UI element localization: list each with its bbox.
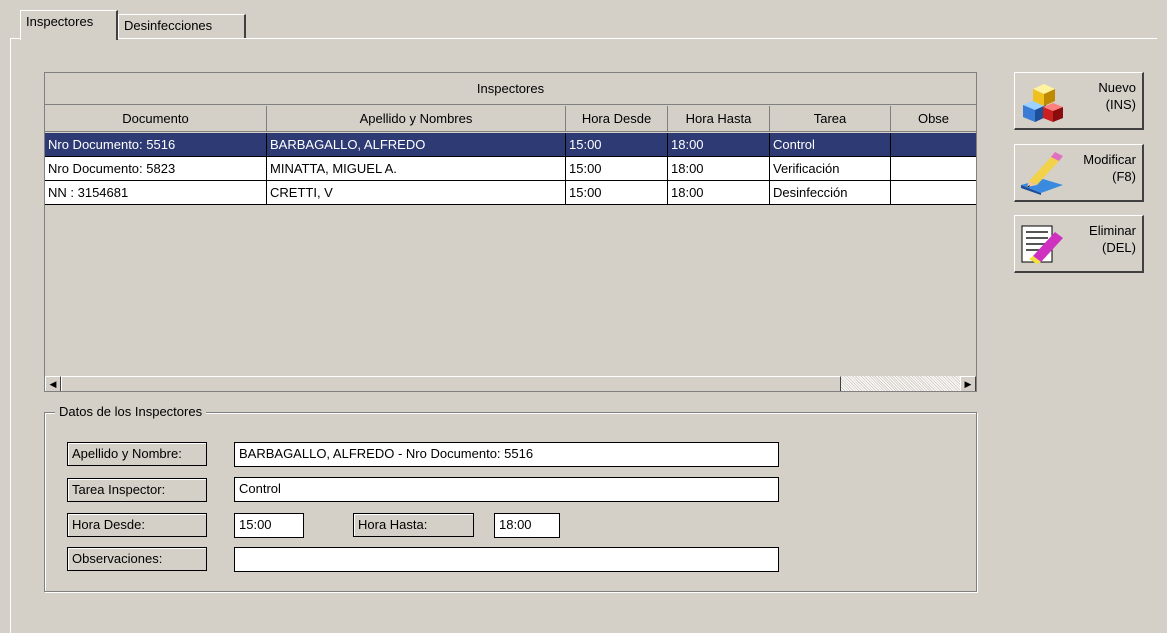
column-header-hora-desde[interactable]: Hora Desde bbox=[566, 106, 668, 132]
cell-documento[interactable]: Nro Documento: 5823 bbox=[45, 157, 267, 181]
apellido-nombre-label: Apellido y Nombre: bbox=[67, 442, 207, 466]
cell-hora-hasta[interactable]: 18:00 bbox=[668, 133, 770, 157]
grid-title: Inspectores bbox=[45, 73, 976, 105]
horizontal-scrollbar[interactable]: ◀ ▶ bbox=[45, 376, 976, 391]
column-header-hora-hasta[interactable]: Hora Hasta bbox=[668, 106, 770, 132]
eliminar-label: Eliminar (DEL) bbox=[1089, 223, 1136, 255]
table-row[interactable]: NN : 3154681 CRETTI, V 15:00 18:00 Desin… bbox=[45, 181, 976, 205]
grid-body: Nro Documento: 5516 BARBAGALLO, ALFREDO … bbox=[45, 133, 976, 376]
cell-observaciones[interactable] bbox=[891, 157, 976, 181]
pencil-edit-icon bbox=[1021, 152, 1063, 195]
arrow-left-icon: ◀ bbox=[49, 379, 57, 389]
cell-tarea[interactable]: Desinfección bbox=[770, 181, 891, 205]
eraser-document-icon bbox=[1021, 225, 1063, 264]
table-row[interactable]: Nro Documento: 5516 BARBAGALLO, ALFREDO … bbox=[45, 133, 976, 157]
nuevo-button[interactable]: Nuevo (INS) bbox=[1014, 72, 1144, 130]
hora-hasta-field[interactable]: 18:00 bbox=[494, 513, 560, 538]
inspectores-grid[interactable]: Inspectores Documento Apellido y Nombres… bbox=[44, 72, 977, 392]
tarea-inspector-label: Tarea Inspector: bbox=[67, 478, 207, 502]
cell-observaciones[interactable] bbox=[891, 181, 976, 205]
column-header-tarea[interactable]: Tarea bbox=[770, 106, 891, 132]
cell-hora-hasta[interactable]: 18:00 bbox=[668, 181, 770, 205]
table-row[interactable]: Nro Documento: 5823 MINATTA, MIGUEL A. 1… bbox=[45, 157, 976, 181]
hora-desde-label: Hora Desde: bbox=[67, 513, 207, 537]
cell-nombre[interactable]: MINATTA, MIGUEL A. bbox=[267, 157, 566, 181]
nuevo-label: Nuevo (INS) bbox=[1098, 80, 1136, 112]
cell-hora-desde[interactable]: 15:00 bbox=[566, 133, 668, 157]
cell-hora-desde[interactable]: 15:00 bbox=[566, 181, 668, 205]
arrow-right-icon: ▶ bbox=[964, 379, 972, 389]
column-header-observaciones[interactable]: Obse bbox=[891, 106, 976, 132]
modificar-label: Modificar (F8) bbox=[1083, 152, 1136, 184]
modificar-button[interactable]: Modificar (F8) bbox=[1014, 144, 1144, 202]
cell-observaciones[interactable] bbox=[891, 133, 976, 157]
hora-hasta-label: Hora Hasta: bbox=[353, 513, 474, 537]
tab-inspectores[interactable]: Inspectores bbox=[20, 10, 118, 40]
tab-label: Desinfecciones bbox=[124, 18, 213, 33]
scroll-right-button[interactable]: ▶ bbox=[960, 376, 976, 391]
cell-tarea[interactable]: Control bbox=[770, 133, 891, 157]
tab-label: Inspectores bbox=[26, 14, 94, 29]
cell-documento[interactable]: Nro Documento: 5516 bbox=[45, 133, 267, 157]
scroll-left-button[interactable]: ◀ bbox=[45, 376, 61, 391]
scroll-track[interactable] bbox=[841, 376, 960, 391]
tab-desinfecciones[interactable]: Desinfecciones bbox=[118, 14, 246, 38]
eliminar-button[interactable]: Eliminar (DEL) bbox=[1014, 215, 1144, 273]
tarea-inspector-field[interactable]: Control bbox=[234, 477, 779, 502]
column-header-apellido[interactable]: Apellido y Nombres bbox=[267, 106, 566, 132]
hora-desde-field[interactable]: 15:00 bbox=[234, 513, 304, 538]
cell-nombre[interactable]: BARBAGALLO, ALFREDO bbox=[267, 133, 566, 157]
cell-hora-desde[interactable]: 15:00 bbox=[566, 157, 668, 181]
cell-tarea[interactable]: Verificación bbox=[770, 157, 891, 181]
cell-nombre[interactable]: CRETTI, V bbox=[267, 181, 566, 205]
group-legend: Datos de los Inspectores bbox=[55, 404, 207, 419]
cell-documento[interactable]: NN : 3154681 bbox=[45, 181, 267, 205]
apellido-nombre-field[interactable]: BARBAGALLO, ALFREDO - Nro Documento: 551… bbox=[234, 442, 779, 467]
observaciones-label: Observaciones: bbox=[67, 547, 207, 571]
scroll-thumb[interactable] bbox=[61, 376, 841, 391]
datos-inspectores-group: Datos de los Inspectores Apellido y Nomb… bbox=[44, 404, 977, 592]
column-header-documento[interactable]: Documento bbox=[45, 106, 267, 132]
cell-hora-hasta[interactable]: 18:00 bbox=[668, 157, 770, 181]
observaciones-field[interactable] bbox=[234, 547, 779, 572]
cubes-icon bbox=[1023, 84, 1063, 122]
